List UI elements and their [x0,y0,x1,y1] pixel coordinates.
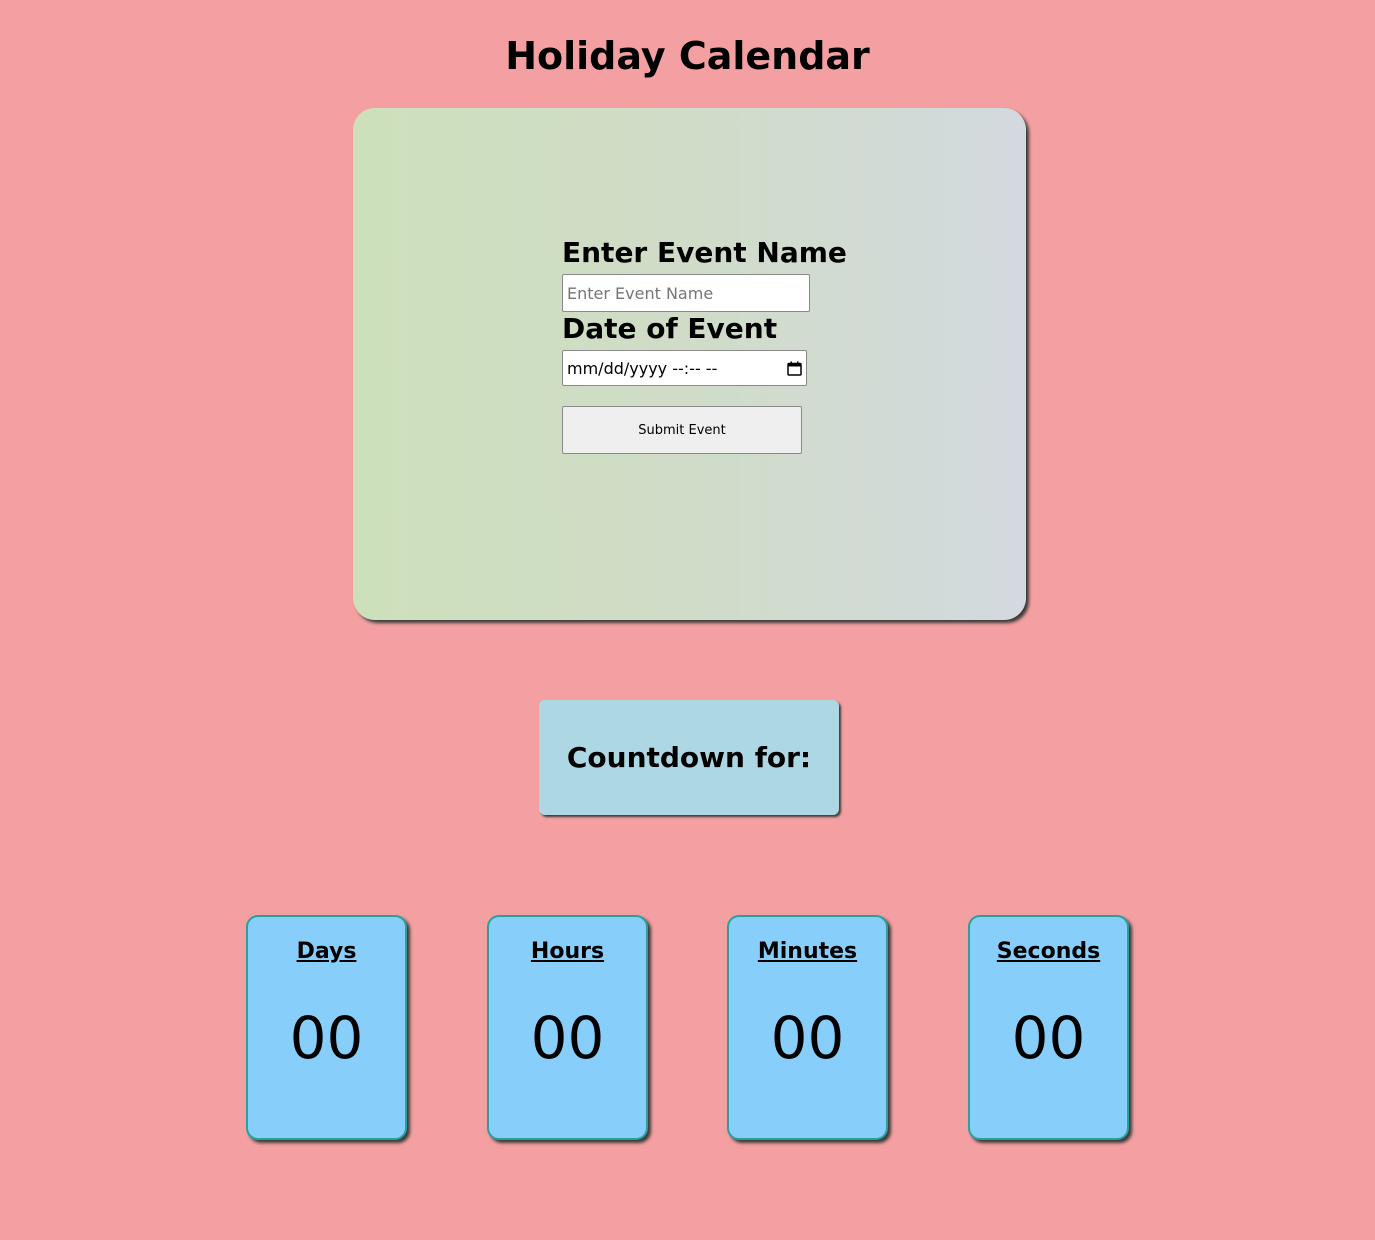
days-label: Days [296,939,357,964]
days-card: Days 00 [246,915,407,1140]
event-name-input[interactable] [562,274,810,312]
countdown-label: Countdown for: [566,741,812,774]
minutes-value: 00 [770,1004,845,1072]
event-date-label: Date of Event [562,312,778,345]
timer-row: Days 00 Hours 00 Minutes 00 Seconds 00 [246,915,1134,1145]
event-date-placeholder: mm/dd/yyyy --:-- -- [567,358,718,378]
seconds-card: Seconds 00 [968,915,1129,1140]
event-form: Enter Event Name Date of Event mm/dd/yyy… [562,236,862,454]
hours-card: Hours 00 [487,915,648,1140]
page-title: Holiday Calendar [505,34,870,78]
event-date-input[interactable]: mm/dd/yyyy --:-- -- [562,350,807,386]
submit-event-button[interactable]: Submit Event [562,406,802,454]
days-value: 00 [289,1004,364,1072]
event-form-card: Enter Event Name Date of Event mm/dd/yyy… [353,108,1026,620]
calendar-icon[interactable] [787,361,802,376]
hours-label: Hours [530,939,605,964]
minutes-label: Minutes [757,939,858,964]
hours-value: 00 [530,1004,605,1072]
minutes-card: Minutes 00 [727,915,888,1140]
countdown-header: Countdown for: [539,700,839,815]
seconds-value: 00 [1011,1004,1086,1072]
seconds-label: Seconds [996,939,1101,964]
event-name-label: Enter Event Name [562,236,847,269]
